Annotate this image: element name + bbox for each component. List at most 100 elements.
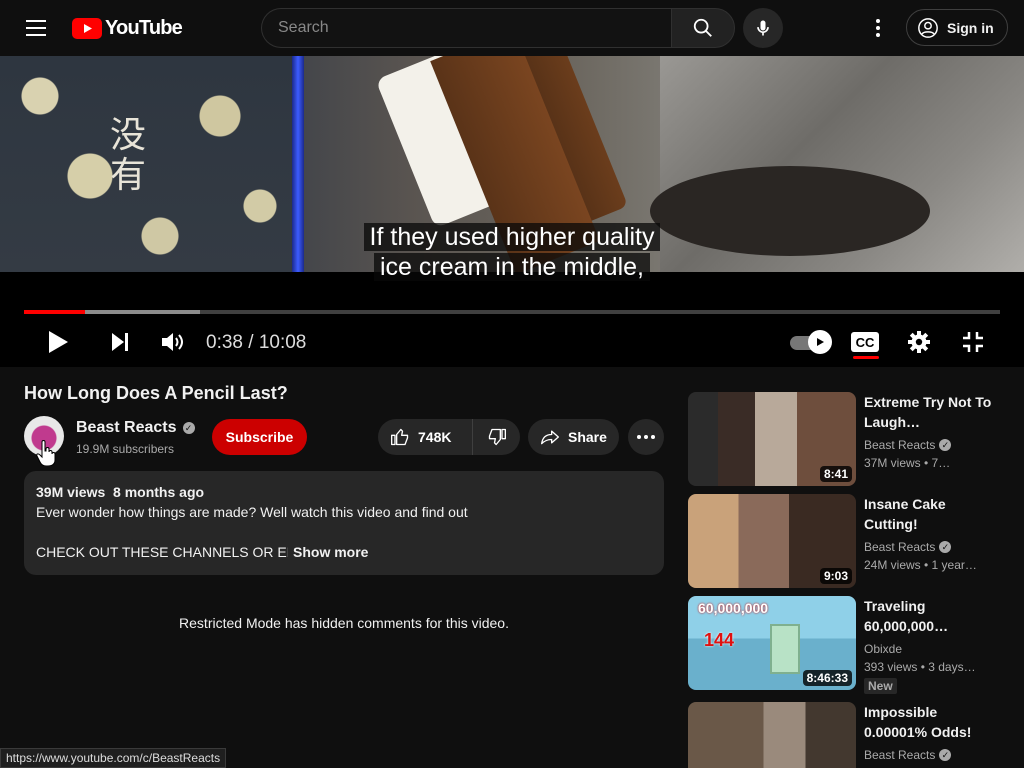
- recommendation-title[interactable]: Extreme Try Not To Laugh…: [864, 392, 1000, 432]
- subtitles-active-indicator: [853, 356, 879, 359]
- description-truncated: CHECK OUT THESE CHANNELS OR ELSE Show mo…: [36, 542, 652, 562]
- share-button[interactable]: Share: [528, 419, 619, 455]
- thumbnail-pillar: [770, 624, 800, 674]
- progress-played: [24, 310, 86, 314]
- search-bar: [261, 8, 735, 48]
- thumbs-down-icon: [488, 428, 506, 446]
- exit-fullscreen-icon: [963, 332, 983, 352]
- recommendation-card[interactable]: Impossible 0.00001% Odds! Beast Reacts ✓: [688, 702, 1008, 768]
- like-count: 748K: [418, 429, 452, 445]
- recommendation-meta: 37M views • 7…: [864, 456, 951, 470]
- share-label: Share: [568, 429, 607, 445]
- next-button[interactable]: [102, 324, 138, 360]
- recommendation-info: Impossible 0.00001% Odds! Beast Reacts ✓: [864, 702, 1000, 764]
- progress-bar[interactable]: [24, 310, 1000, 314]
- subscribe-button[interactable]: Subscribe: [212, 419, 307, 455]
- autoplay-knob: [808, 330, 832, 354]
- search-icon: [693, 18, 712, 37]
- like-button[interactable]: 748K: [378, 419, 473, 455]
- description-line-2: CHECK OUT THESE CHANNELS OR ELSE: [36, 544, 288, 560]
- recommendation-channel[interactable]: Obixde: [864, 640, 1000, 658]
- menu-icon[interactable]: [20, 12, 52, 44]
- player-controls: 0:38 / 10:08 CC: [0, 318, 1024, 366]
- voice-search-button[interactable]: [743, 8, 783, 48]
- search-input[interactable]: [261, 8, 671, 48]
- recommendation-channel[interactable]: Beast Reacts ✓: [864, 746, 1000, 764]
- autoplay-play-icon: [817, 338, 824, 346]
- dislike-button[interactable]: [473, 419, 520, 455]
- duration-badge: 8:46:33: [802, 670, 852, 686]
- verified-icon: ✓: [182, 422, 195, 434]
- recommendation-title[interactable]: Impossible 0.00001% Odds!: [864, 702, 1000, 742]
- recommendation-channel[interactable]: Beast Reacts ✓: [864, 538, 1000, 556]
- recommendation-info: Extreme Try Not To Laugh… Beast Reacts ✓ …: [864, 392, 1000, 472]
- channel-name: Beast Reacts: [76, 419, 177, 436]
- logo-text: YouTube: [105, 16, 183, 39]
- exit-fullscreen-button[interactable]: [955, 324, 991, 360]
- recommendation-channel-name: Beast Reacts: [864, 438, 936, 452]
- recommendation-card[interactable]: 60,000,000 144 8:46:33 Traveling 60,000,…: [688, 596, 1008, 694]
- more-actions-button[interactable]: [628, 419, 664, 455]
- mute-button[interactable]: [155, 324, 191, 360]
- hand-cursor-icon: [36, 440, 56, 466]
- next-icon: [112, 333, 128, 351]
- subscriber-count: 19.9M subscribers: [76, 442, 175, 456]
- channel-name-link[interactable]: Beast Reacts ✓: [76, 419, 195, 437]
- gear-icon: [908, 331, 930, 353]
- play-button[interactable]: [40, 324, 76, 360]
- recommendation-card[interactable]: 9:03 Insane Cake Cutting! Beast Reacts ✓ …: [688, 494, 1008, 588]
- recommendation-thumbnail[interactable]: 60,000,000 144 8:46:33: [688, 596, 856, 690]
- video-player[interactable]: 没有 If they used higher quality ice cream…: [0, 56, 1024, 367]
- caption-line-2: ice cream in the middle,: [373, 253, 650, 281]
- recommendation-meta: 24M views • 1 year…: [864, 558, 977, 572]
- recommendation-thumbnail[interactable]: [688, 702, 856, 768]
- recommendation-card[interactable]: 8:41 Extreme Try Not To Laugh… Beast Rea…: [688, 392, 1008, 486]
- recommendation-thumbnail[interactable]: 9:03: [688, 494, 856, 588]
- thumbnail-text-mid: 144: [704, 630, 735, 650]
- sign-in-label: Sign in: [947, 19, 994, 36]
- subtitles-button[interactable]: CC: [851, 332, 879, 352]
- account-icon: [918, 17, 938, 38]
- settings-button[interactable]: [901, 324, 937, 360]
- top-bar: YouTube Sign in: [0, 0, 1024, 56]
- youtube-play-logo-icon: [72, 17, 102, 39]
- subtitle-caption: If they used higher quality ice cream in…: [0, 222, 1024, 282]
- recommendation-info: Insane Cake Cutting! Beast Reacts ✓ 24M v…: [864, 494, 1000, 574]
- thumbs-up-icon: [391, 428, 409, 446]
- show-more-button[interactable]: Show more: [293, 542, 368, 562]
- description-line-1: Ever wonder how things are made? Well wa…: [36, 504, 468, 520]
- duration-badge: 9:03: [819, 568, 852, 584]
- time-display: 0:38 / 10:08: [206, 332, 307, 353]
- duration-badge: 8:41: [819, 466, 852, 482]
- recommendation-meta: 393 views • 3 days…: [864, 660, 976, 674]
- recommendation-channel-name: Beast Reacts: [864, 748, 936, 762]
- volume-icon: [162, 333, 183, 351]
- status-url: https://www.youtube.com/c/BeastReacts: [0, 748, 227, 768]
- recommendation-channel[interactable]: Beast Reacts ✓: [864, 436, 1000, 454]
- recommendation-channel-name: Obixde: [864, 642, 903, 656]
- autoplay-toggle[interactable]: [788, 330, 832, 354]
- verified-icon: ✓: [939, 749, 952, 761]
- new-badge: New: [864, 678, 897, 694]
- recommendation-title[interactable]: Insane Cake Cutting!: [864, 494, 1000, 534]
- recommendation-thumbnail[interactable]: 8:41: [688, 392, 856, 486]
- recommendation-info: Traveling 60,000,000… Obixde 393 views •…: [864, 596, 1000, 695]
- microphone-icon: [757, 20, 769, 36]
- like-dislike-group: 748K: [378, 419, 520, 455]
- restricted-mode-notice: Restricted Mode has hidden comments for …: [179, 615, 509, 631]
- verified-icon: ✓: [939, 541, 952, 553]
- view-count: 39M views: [36, 484, 106, 500]
- recommendation-title[interactable]: Traveling 60,000,000…: [864, 596, 1000, 636]
- share-icon: [541, 430, 559, 445]
- sign-in-button[interactable]: Sign in: [906, 9, 1008, 46]
- search-button[interactable]: [671, 8, 735, 48]
- more-horizontal-icon: [637, 435, 655, 439]
- caption-line-1: If they used higher quality: [363, 223, 661, 251]
- settings-more-icon[interactable]: [862, 12, 894, 44]
- description-box[interactable]: 39M views 8 months ago Ever wonder how t…: [24, 471, 664, 575]
- upload-date: 8 months ago: [113, 484, 205, 500]
- play-icon: [49, 331, 68, 353]
- thumbnail-text-top: 60,000,000: [698, 600, 769, 616]
- youtube-logo[interactable]: YouTube: [72, 16, 183, 40]
- description-meta: 39M views 8 months ago: [36, 483, 652, 501]
